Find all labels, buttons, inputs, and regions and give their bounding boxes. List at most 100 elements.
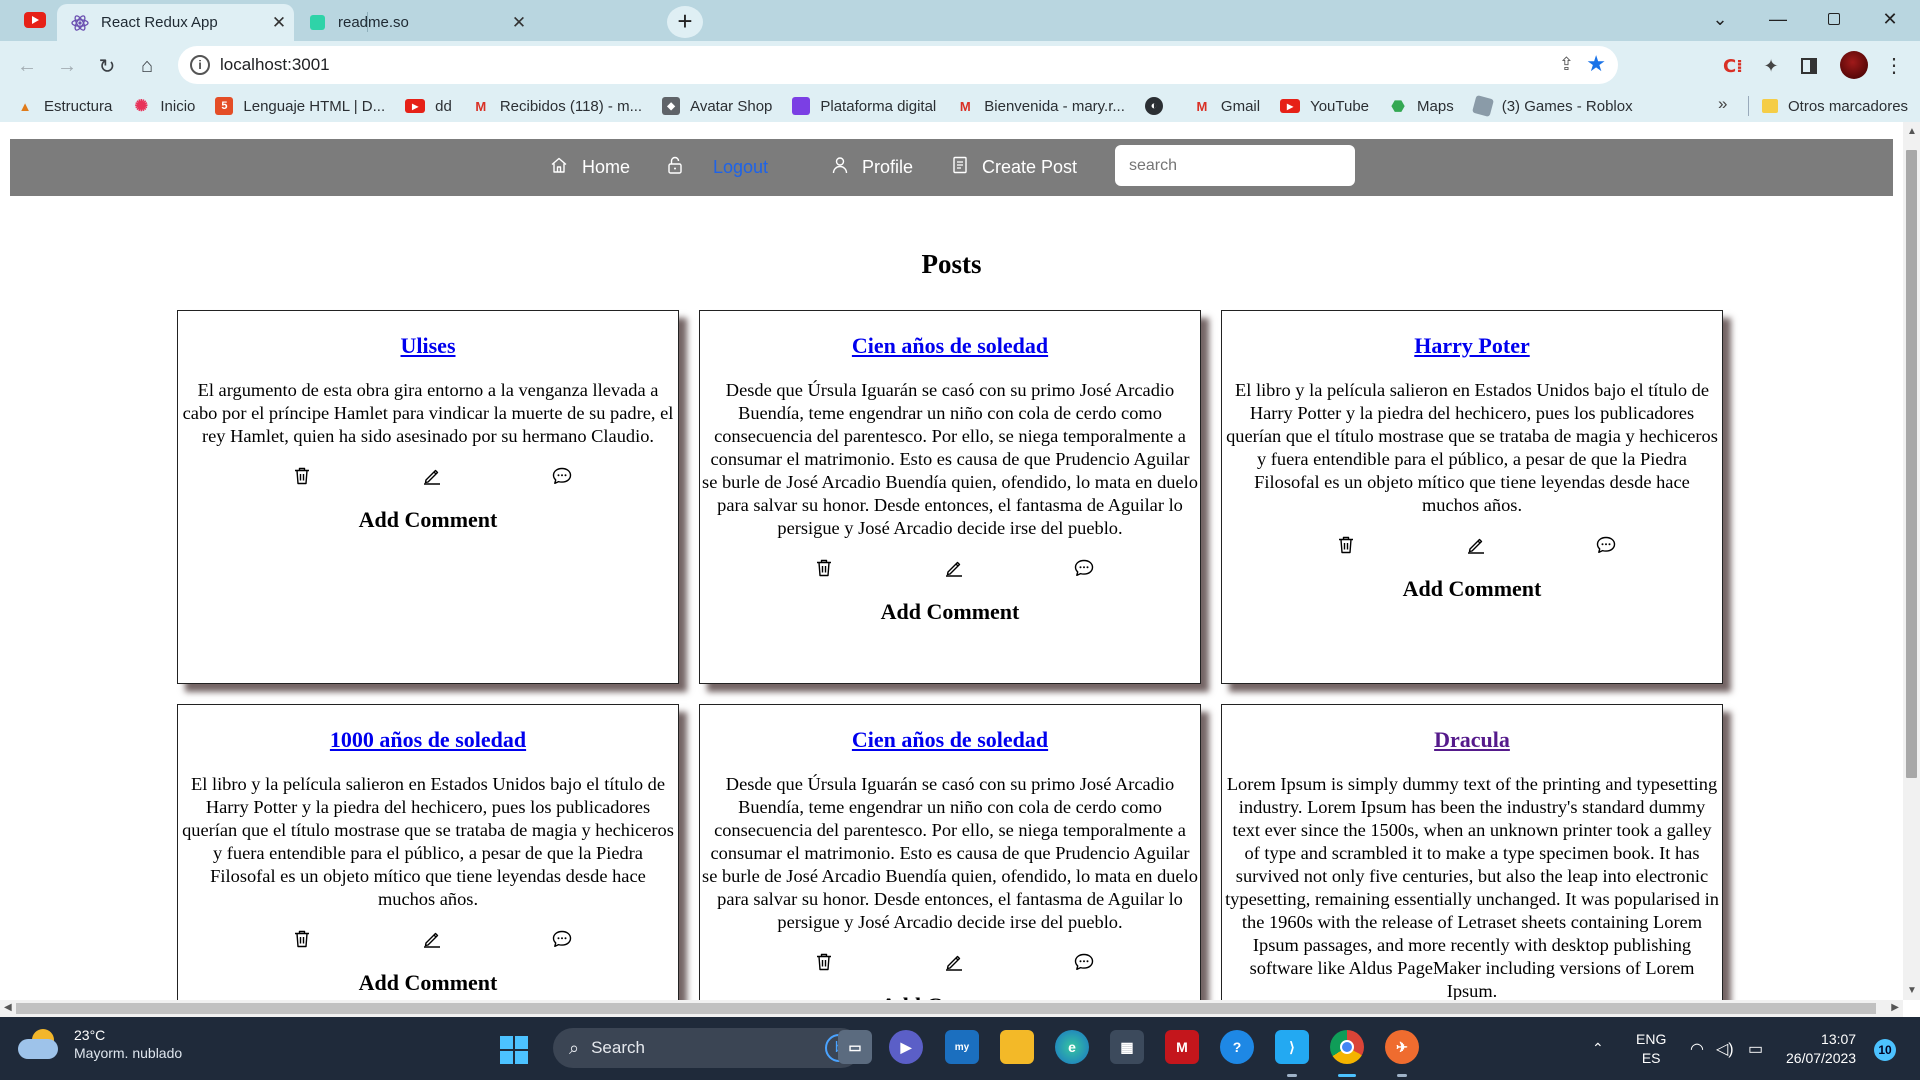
pencil-icon[interactable] [939,949,969,975]
taskbar-search-box[interactable]: ⌕ Search b [553,1028,861,1068]
bookmark-recibidos[interactable]: M Recibidos (118) - m... [472,97,642,115]
forward-arrow-icon[interactable]: → [52,51,82,81]
bookmark-estructura[interactable]: ▲ Estructura [16,97,113,115]
trash-icon[interactable] [287,926,317,952]
puzzle-extensions-icon[interactable]: ✦ [1758,53,1784,79]
post-title-link[interactable]: Cien años de soledad [700,333,1200,359]
tab-readme-so[interactable]: readme.so ✕ [294,4,534,41]
pencil-icon[interactable] [417,463,447,489]
bookmark-plataforma-digital[interactable]: Plataforma digital [792,97,936,115]
home-icon[interactable]: ⌂ [132,51,162,81]
search-input[interactable] [1115,145,1355,186]
notification-badge[interactable]: 10 [1874,1039,1896,1061]
trash-icon[interactable] [809,949,839,975]
bookmark-star-icon[interactable]: ★ [1586,51,1606,77]
restore-button[interactable] [1806,0,1862,38]
bookmark-dd[interactable]: ▶ dd [405,98,452,115]
bookmark-avatar-shop[interactable]: ◆ Avatar Shop [662,97,772,115]
file-explorer-icon[interactable] [1000,1030,1034,1064]
chat-icon[interactable] [1591,532,1621,558]
windows-start-icon[interactable] [500,1036,528,1064]
youtube-icon: ▶ [1280,99,1301,113]
show-hidden-icons-chevron-icon[interactable]: ⌃ [1592,1017,1604,1080]
edge-icon[interactable]: e [1055,1030,1089,1064]
url-text[interactable]: localhost:3001 [220,55,330,75]
bookmark-youtube[interactable]: ▶ YouTube [1280,98,1369,115]
system-clock[interactable]: 13:07 26/07/2023 [1786,1030,1856,1068]
post-title-link[interactable]: Ulises [178,333,678,359]
scroll-down-arrow-icon[interactable]: ▼ [1907,985,1917,996]
scroll-up-arrow-icon[interactable]: ▲ [1907,126,1917,137]
site-info-icon[interactable]: i [190,55,210,75]
share-icon[interactable]: ⇪ [1559,54,1574,75]
side-panel-icon[interactable] [1796,53,1822,79]
weather-widget[interactable]: 23°C Mayorm. nublado [18,1027,182,1061]
bookmark-gmail[interactable]: M Gmail [1193,97,1260,115]
add-comment-button[interactable]: Add Comment [700,993,1200,1000]
add-comment-button[interactable]: Add Comment [700,599,1200,625]
input-language[interactable]: ENG ES [1636,1017,1666,1080]
chevron-down-icon[interactable]: ⌄ [1692,0,1748,38]
vscode-icon[interactable]: ⟩ [1275,1030,1309,1064]
mylap-icon[interactable]: my [945,1030,979,1064]
nav-logout[interactable]: Logout [667,139,768,196]
trash-icon[interactable] [287,463,317,489]
new-tab-button[interactable]: + [667,6,703,38]
pencil-icon[interactable] [417,926,447,952]
mcafee-icon[interactable]: M [1165,1030,1199,1064]
bookmark-maps[interactable]: ⬣ Maps [1389,97,1453,116]
post-title-link[interactable]: Harry Poter [1222,333,1722,359]
battery-icon[interactable]: ▭ [1748,1017,1763,1080]
post-title-link[interactable]: Cien años de soledad [700,727,1200,753]
bookmark-roblox[interactable]: (3) Games - Roblox [1471,94,1633,118]
scrollbar-thumb[interactable] [1906,150,1917,778]
add-comment-button[interactable]: Add Comment [178,970,678,996]
bookmark-inicio[interactable]: ✺ Inicio [132,97,196,116]
add-comment-button[interactable]: Add Comment [178,507,678,533]
menu-kebab-icon[interactable]: ⋮ [1884,53,1904,78]
horizontal-scrollbar[interactable]: ◀ ▶ [0,1000,1903,1017]
pencil-icon[interactable] [1461,532,1491,558]
minimize-button[interactable]: — [1750,0,1806,38]
bookmark-globe[interactable]: ◐ [1144,97,1173,115]
scroll-right-arrow-icon[interactable]: ▶ [1891,1002,1899,1013]
bookmark-bienvenida[interactable]: M Bienvenida - mary.r... [956,97,1125,115]
trash-icon[interactable] [1331,532,1361,558]
nav-create-post[interactable]: Create Post [952,139,1077,196]
scrollbar-thumb[interactable] [16,1003,1876,1014]
chat-icon[interactable] [1069,555,1099,581]
pencil-icon[interactable] [939,555,969,581]
reload-icon[interactable]: ↻ [92,51,122,81]
youtube-pinned-tab-icon[interactable] [24,12,46,28]
add-comment-button[interactable]: Add Comment [1222,576,1722,602]
chrome-icon[interactable] [1330,1030,1364,1064]
profile-avatar[interactable] [1840,51,1868,79]
postman-icon[interactable]: ✈ [1385,1030,1419,1064]
colorzilla-extension-icon[interactable]: C⁞ [1720,53,1746,79]
jamboard-icon[interactable]: ? [1220,1030,1254,1064]
nav-profile[interactable]: Profile [832,139,913,196]
tab-react-redux-app[interactable]: React Redux App ✕ [57,4,294,41]
close-icon[interactable]: ✕ [504,13,534,33]
bookmark-lenguaje-html[interactable]: 5 Lenguaje HTML | D... [215,97,385,115]
omnibox[interactable]: i localhost:3001 ⇪ ★ [178,46,1618,84]
vertical-scrollbar[interactable]: ▲ ▼ [1903,122,1920,1000]
meet-icon[interactable]: ▶ [889,1030,923,1064]
store-icon[interactable]: ▦ [1110,1030,1144,1064]
window-close-button[interactable]: ✕ [1862,0,1918,38]
chat-icon[interactable] [547,463,577,489]
trash-icon[interactable] [809,555,839,581]
post-title-link[interactable]: Dracula [1222,727,1722,753]
nav-home[interactable]: Home [550,139,630,196]
volume-icon[interactable]: ◁) [1716,1017,1734,1080]
back-arrow-icon[interactable]: ← [12,51,42,81]
chat-icon[interactable] [1069,949,1099,975]
scroll-left-arrow-icon[interactable]: ◀ [4,1002,12,1013]
more-bookmarks-chevron-icon[interactable]: » [1718,94,1727,114]
file-manager-icon[interactable]: ▭ [838,1030,872,1064]
close-icon[interactable]: ✕ [264,13,294,33]
post-title-link[interactable]: 1000 años de soledad [178,727,678,753]
chat-icon[interactable] [547,926,577,952]
wifi-icon[interactable]: ◠ [1690,1017,1704,1080]
other-bookmarks-folder[interactable]: Otros marcadores [1762,90,1908,122]
